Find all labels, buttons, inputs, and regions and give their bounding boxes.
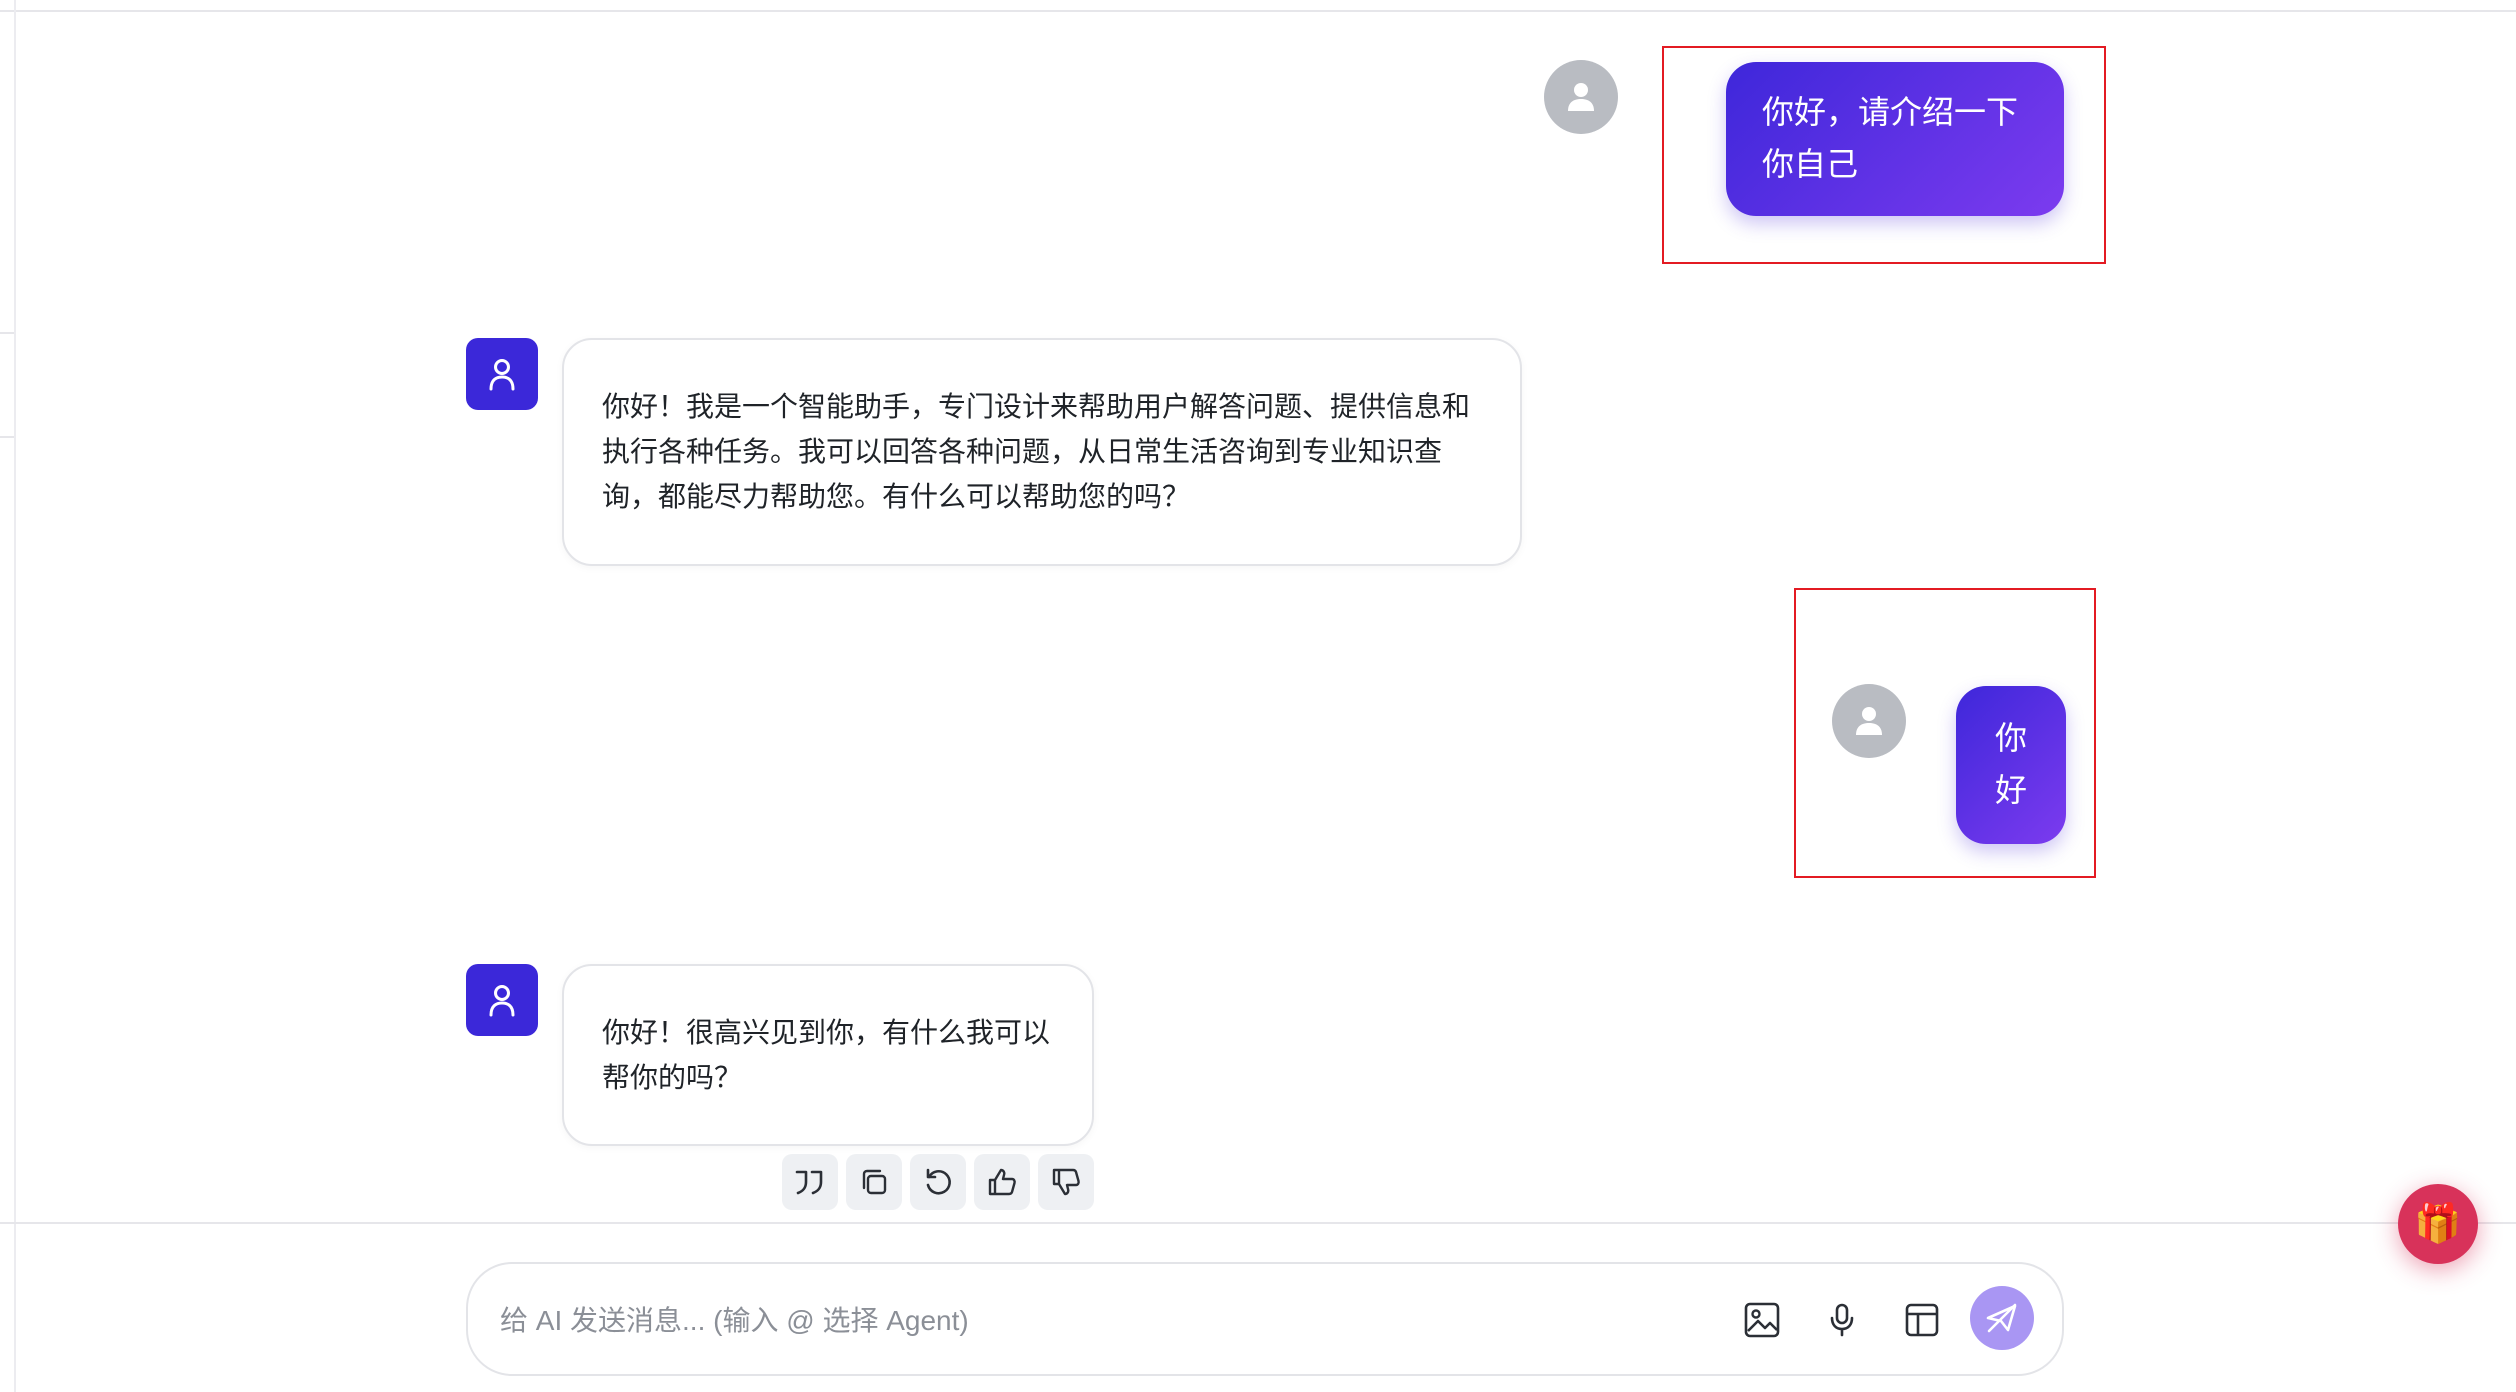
- layout-button[interactable]: [1894, 1292, 1950, 1348]
- assistant-avatar: [466, 338, 538, 410]
- quote-icon: [795, 1170, 823, 1195]
- message-line: 帮你的吗？: [602, 1062, 743, 1093]
- thumbs-up-icon: [988, 1168, 1016, 1196]
- gift-icon: 🎁: [2414, 1203, 2462, 1245]
- thumbs-up-button[interactable]: [974, 1154, 1030, 1210]
- message-line: 你好！很高兴见到你，有什么我可以: [602, 1017, 1051, 1048]
- copy-button[interactable]: [846, 1154, 902, 1210]
- sidebar-edge: [14, 0, 16, 1392]
- assistant-icon: [489, 359, 515, 391]
- message-input[interactable]: [498, 1292, 1702, 1350]
- microphone-icon: [1830, 1303, 1854, 1337]
- regenerate-button[interactable]: [910, 1154, 966, 1210]
- assistant-icon: [489, 985, 515, 1017]
- send-button[interactable]: [1970, 1286, 2034, 1350]
- assistant-avatar: [466, 964, 538, 1036]
- image-upload-button[interactable]: [1734, 1292, 1790, 1348]
- thumbs-down-button[interactable]: [1038, 1154, 1094, 1210]
- highlight-box: [1662, 46, 2106, 264]
- send-icon: [1986, 1303, 2017, 1333]
- message-line: 询，都能尽力帮助您。有什么可以帮助您的吗？: [602, 481, 1191, 512]
- assistant-message-bubble: 你好！很高兴见到你，有什么我可以 帮你的吗？: [562, 964, 1094, 1146]
- layout-icon: [1905, 1303, 1939, 1337]
- message-line: 你好！我是一个智能助手，专门设计来帮助用户解答问题、提供信息和: [602, 391, 1471, 422]
- composer-divider: [0, 1222, 2516, 1224]
- message-actions: [782, 1154, 1094, 1210]
- copy-icon: [862, 1169, 887, 1195]
- image-icon: [1744, 1302, 1780, 1338]
- user-icon: [1568, 83, 1594, 111]
- sidebar-divider: [0, 436, 14, 438]
- highlight-box: [1794, 588, 2096, 878]
- top-border: [0, 10, 2516, 12]
- message-line: 执行各种任务。我可以回答各种问题，从日常生活咨询到专业知识查: [602, 436, 1443, 467]
- gift-button[interactable]: 🎁: [2398, 1184, 2478, 1264]
- thumbs-down-icon: [1052, 1168, 1080, 1196]
- user-avatar: [1544, 60, 1618, 134]
- voice-input-button[interactable]: [1814, 1292, 1870, 1348]
- regenerate-icon: [926, 1168, 951, 1195]
- message-composer: [466, 1262, 2064, 1376]
- assistant-message-bubble: 你好！我是一个智能助手，专门设计来帮助用户解答问题、提供信息和 执行各种任务。我…: [562, 338, 1522, 566]
- quote-button[interactable]: [782, 1154, 838, 1210]
- sidebar-divider: [0, 332, 14, 334]
